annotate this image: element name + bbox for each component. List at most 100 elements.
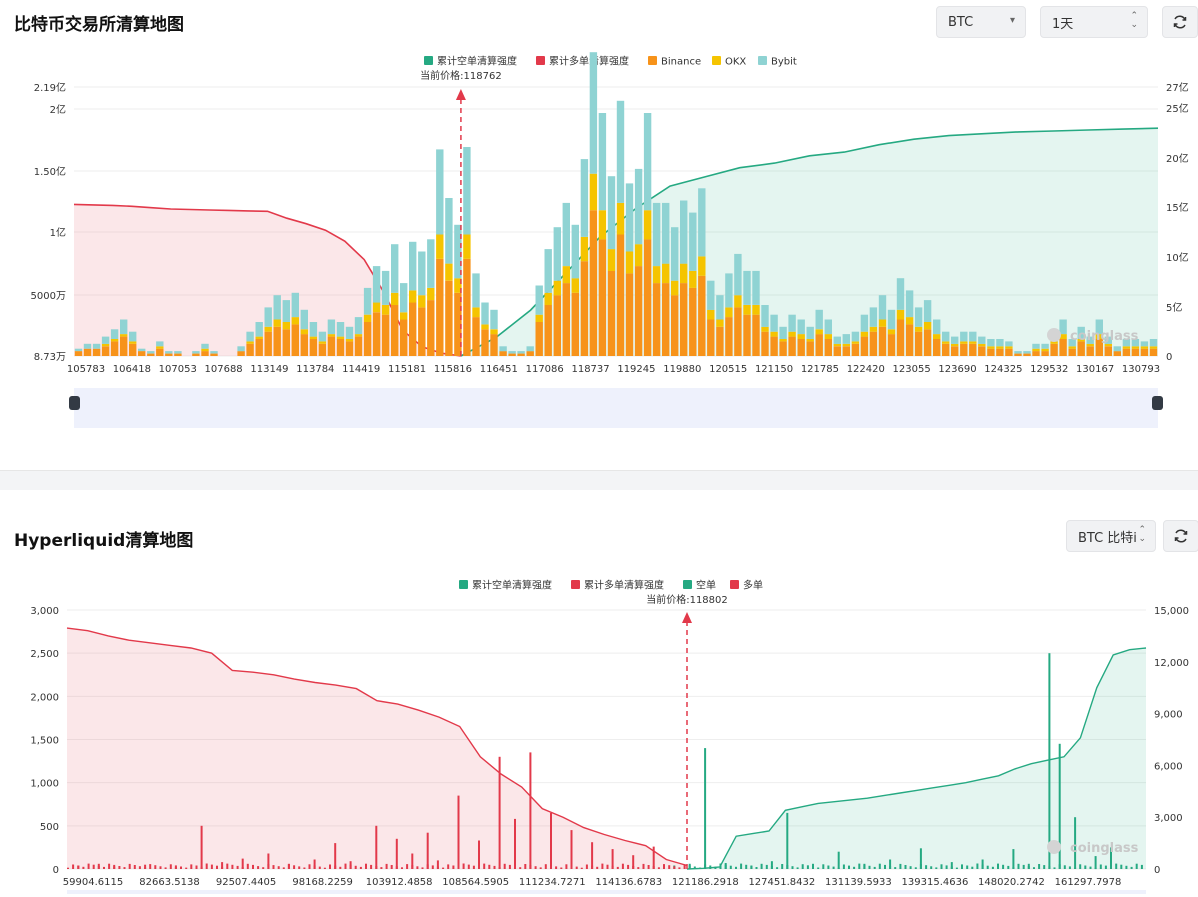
x-tick-label: 114136.6783 xyxy=(595,877,662,888)
binance-bar xyxy=(896,319,905,356)
coin-select[interactable]: BTC ▾ xyxy=(936,6,1026,38)
bybit-bar xyxy=(354,317,363,335)
minor-bar xyxy=(570,865,573,869)
okx-bar xyxy=(743,305,751,315)
minor-bar xyxy=(580,867,583,869)
okx-bar xyxy=(553,280,561,296)
okx-bar xyxy=(309,336,318,339)
minor-bar xyxy=(688,865,691,869)
minor-bar xyxy=(385,863,388,869)
long-bar xyxy=(591,842,594,869)
okx-bar xyxy=(1068,346,1076,349)
binance-bar xyxy=(463,258,471,356)
bybit-bar xyxy=(779,326,787,339)
bybit-bar xyxy=(83,343,92,349)
x-tick-label: 130167 xyxy=(1076,364,1114,375)
minor-bar xyxy=(159,866,162,869)
binance-bar xyxy=(797,339,805,356)
okx-bar xyxy=(363,314,372,322)
okx-bar xyxy=(625,251,634,274)
minor-bar xyxy=(488,864,491,869)
bybit-bar xyxy=(842,334,850,344)
okx-bar xyxy=(327,334,336,337)
long-bar xyxy=(570,830,573,869)
minor-bar xyxy=(678,867,681,869)
x-tick-label: 131139.5933 xyxy=(825,877,892,888)
bybit-bar xyxy=(616,100,625,203)
okx-bar xyxy=(490,329,498,335)
minor-bar xyxy=(267,864,270,869)
range-slider-track xyxy=(67,890,1146,894)
bybit-bar xyxy=(860,314,869,332)
minor-bar xyxy=(298,866,301,869)
minor-bar xyxy=(195,865,198,869)
minor-bar xyxy=(909,866,912,869)
binance-bar xyxy=(1005,348,1013,356)
bybit-bar xyxy=(273,295,281,320)
binance-bar xyxy=(418,307,426,356)
minor-bar xyxy=(899,863,902,869)
legend-swatch xyxy=(648,56,657,65)
bybit-bar xyxy=(671,227,679,281)
y-left-tick-label: 1,000 xyxy=(30,779,59,790)
bybit-bar xyxy=(734,253,742,296)
long-bar xyxy=(395,838,398,869)
minor-bar xyxy=(380,867,383,869)
minor-bar xyxy=(498,867,501,869)
okx-bar xyxy=(914,326,923,332)
bybit-bar xyxy=(869,307,878,327)
hl-refresh-button[interactable] xyxy=(1163,520,1198,552)
legend-label: 累计多单清算强度 xyxy=(584,579,664,592)
bybit-bar xyxy=(851,331,860,342)
x-tick-label: 130793 xyxy=(1122,364,1160,375)
minor-bar xyxy=(483,863,486,869)
refresh-icon xyxy=(1174,529,1188,543)
minor-bar xyxy=(565,864,568,869)
binance-bar xyxy=(436,258,444,356)
binance-bar xyxy=(445,280,453,356)
binance-bar xyxy=(110,341,119,356)
minor-bar xyxy=(508,864,511,869)
hl-coin-select[interactable]: BTC 比特i ⌃ ⌄ xyxy=(1066,520,1156,552)
x-tick-label: 115816 xyxy=(434,364,472,375)
legend-label: 空单 xyxy=(696,579,716,592)
x-tick-label: 113149 xyxy=(250,364,288,375)
okx-bar xyxy=(571,278,579,293)
bybit-bar xyxy=(174,351,182,354)
binance-bar xyxy=(643,239,652,356)
minor-bar xyxy=(1074,867,1077,869)
okx-bar xyxy=(120,334,128,337)
minor-bar xyxy=(1043,865,1046,869)
minor-bar xyxy=(344,863,347,869)
minor-bar xyxy=(714,866,717,869)
minor-bar xyxy=(1104,865,1107,869)
y-left-tick-label: 0 xyxy=(53,865,59,876)
minor-bar xyxy=(262,867,265,869)
bybit-bar xyxy=(535,285,543,315)
okx-bar xyxy=(869,326,878,332)
hyperliquid-liquidation-chart: 累计空单清算强度 累计多单清算强度 空单 多单当前价格:118802 0 500 1,000… xyxy=(30,579,1189,894)
range-slider-track xyxy=(74,388,1158,428)
range-select[interactable]: 1天 ⌃ ⌄ xyxy=(1040,6,1148,38)
short-bar xyxy=(1012,849,1015,869)
minor-bar xyxy=(154,865,157,869)
okx-bar xyxy=(887,329,896,335)
minor-bar xyxy=(945,865,948,869)
binance-bar xyxy=(517,353,525,356)
long-bar xyxy=(334,843,337,869)
okx-bar xyxy=(725,307,733,318)
okx-bar xyxy=(851,341,860,344)
bybit-bar xyxy=(544,249,552,293)
minor-bar xyxy=(663,864,665,869)
minor-bar xyxy=(303,867,306,869)
bybit-bar xyxy=(770,314,778,332)
section-title: Hyperliquid清算地图 xyxy=(14,531,194,551)
y-right-tick-label: 5亿 xyxy=(1166,301,1182,314)
updown-chevron-icon: ⌃ ⌄ xyxy=(1130,11,1138,30)
minor-bar xyxy=(457,866,460,869)
bybit-bar xyxy=(743,270,751,305)
binance-bar xyxy=(851,343,860,356)
binance-bar xyxy=(878,326,887,356)
refresh-button[interactable] xyxy=(1162,6,1198,38)
minor-bar xyxy=(837,867,840,869)
